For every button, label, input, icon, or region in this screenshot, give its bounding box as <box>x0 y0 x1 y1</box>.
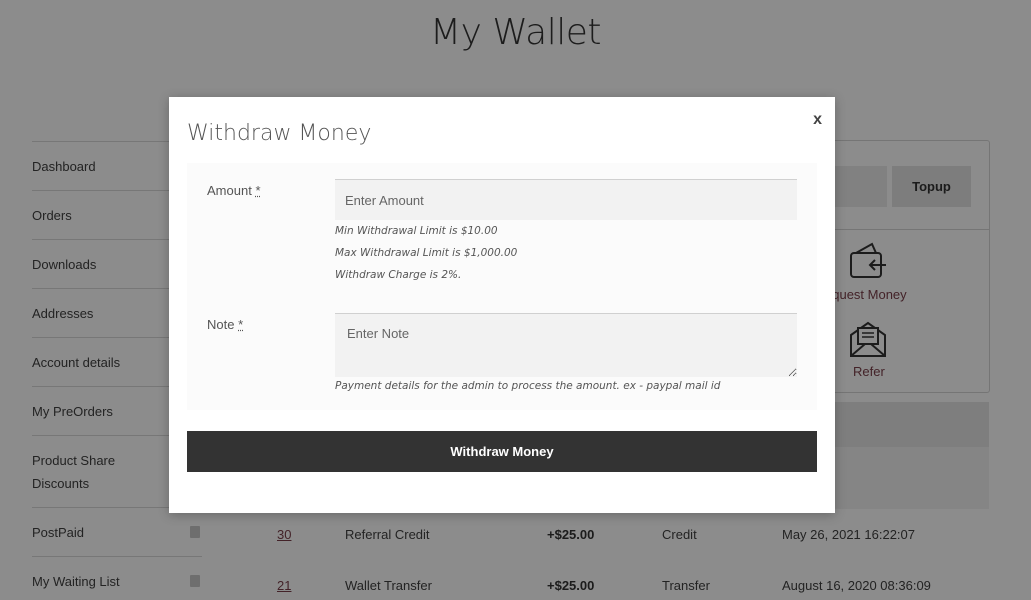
modal-title: Withdraw Money <box>187 121 372 146</box>
required-mark: * <box>255 183 261 198</box>
withdraw-money-modal: Withdraw Money x Amount * Min Withdrawal… <box>169 97 835 513</box>
min-withdrawal-hint: Min Withdrawal Limit is $10.00 <box>335 225 498 237</box>
max-withdrawal-hint: Max Withdrawal Limit is $1,000.00 <box>335 247 518 259</box>
required-mark: * <box>238 317 244 332</box>
note-section: Note * Payment details for the admin to … <box>187 297 817 410</box>
close-icon[interactable]: x <box>813 111 822 129</box>
note-hint: Payment details for the admin to process… <box>335 380 721 392</box>
amount-label-text: Amount <box>207 183 252 198</box>
withdraw-money-button[interactable]: Withdraw Money <box>187 431 817 472</box>
note-label: Note * <box>207 317 243 332</box>
withdraw-charge-hint: Withdraw Charge is 2%. <box>335 269 462 281</box>
note-textarea[interactable] <box>335 313 797 377</box>
note-label-text: Note <box>207 317 235 332</box>
amount-input[interactable] <box>335 179 797 220</box>
amount-section: Amount * Min Withdrawal Limit is $10.00 … <box>187 163 817 297</box>
amount-label: Amount * <box>207 183 261 198</box>
